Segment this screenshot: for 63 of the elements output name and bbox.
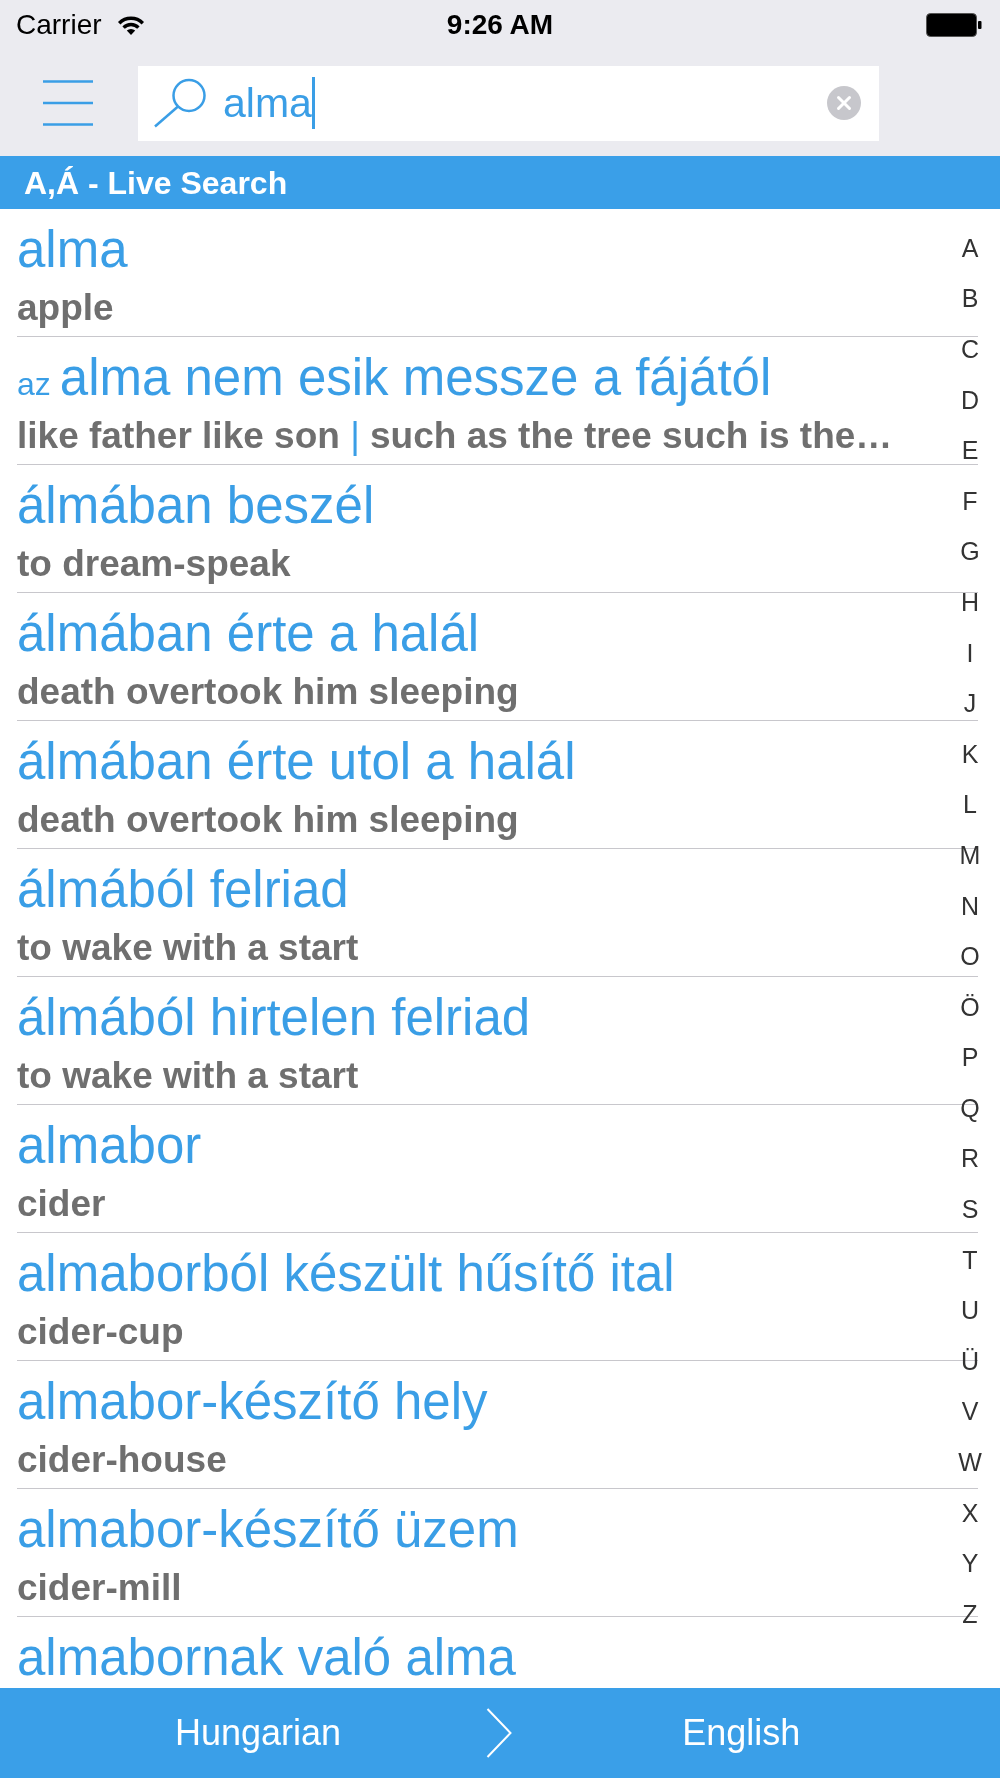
headword: almabornak való alma <box>17 1628 516 1688</box>
translation: cider-house <box>17 1440 227 1480</box>
headword: almabor <box>17 1116 202 1176</box>
headword: alma <box>17 220 128 280</box>
index-letter[interactable]: S <box>961 1197 979 1223</box>
index-letter[interactable]: A <box>961 235 979 261</box>
translation: to wake with a start <box>17 928 359 968</box>
headword-prefix: az <box>17 365 51 404</box>
translation: like father like son | such as the tree such is the… <box>17 416 893 456</box>
chevron-icon <box>486 1708 513 1758</box>
headword: álmában érte utol a halál <box>17 732 576 792</box>
index-letter[interactable]: W <box>958 1450 982 1476</box>
index-letter[interactable]: F <box>962 488 978 514</box>
status-time: 9:26 AM <box>446 11 554 39</box>
index-letter[interactable]: U <box>960 1298 980 1324</box>
index-letter[interactable]: L <box>963 792 977 818</box>
index-letter[interactable]: D <box>960 387 980 413</box>
index-letter[interactable]: G <box>960 539 980 565</box>
clear-icon <box>827 86 861 120</box>
index-letter[interactable]: N <box>960 893 980 919</box>
index-letter[interactable]: Z <box>962 1601 978 1627</box>
translation: cider-cup <box>17 1312 184 1352</box>
index-letter[interactable]: T <box>962 1247 978 1273</box>
index-letter[interactable]: P <box>961 1045 979 1071</box>
translation: cider-mill <box>17 1568 182 1608</box>
headword: almabor-készítő hely <box>17 1372 488 1432</box>
wifi-icon <box>115 14 146 36</box>
index-letter[interactable]: Y <box>961 1551 979 1577</box>
headword: álmából hirtelen felriad <box>17 988 531 1048</box>
index-letter[interactable]: Q <box>960 1095 980 1121</box>
search-icon <box>153 78 209 128</box>
index-letter[interactable]: R <box>960 1146 980 1172</box>
menu-button[interactable] <box>43 80 93 126</box>
headword: almabor-készítő üzem <box>17 1500 519 1560</box>
index-letter[interactable]: B <box>961 286 979 312</box>
index-letter[interactable]: M <box>959 842 981 868</box>
index-letter[interactable]: Ü <box>960 1348 980 1374</box>
translation: to wake with a start <box>17 1056 359 1096</box>
index-letter[interactable]: C <box>960 337 980 362</box>
headword: alma nem esik messze a fájától <box>59 348 772 408</box>
section-header: A,Á - Live Search <box>0 156 1000 209</box>
index-letter[interactable]: J <box>963 691 977 717</box>
battery-icon <box>926 13 982 37</box>
index-letter[interactable]: O <box>960 944 980 970</box>
translation: death overtook him sleeping <box>17 800 519 840</box>
headword: almaborból készült hűsítő ital <box>17 1244 675 1304</box>
menu-icon <box>43 80 93 126</box>
translation: cider <box>17 1184 106 1224</box>
carrier-name: Carrier <box>16 11 102 39</box>
index-letter[interactable]: H <box>960 589 980 615</box>
index-letter[interactable]: X <box>961 1500 979 1526</box>
index-letter[interactable]: I <box>966 640 974 666</box>
index-letter[interactable]: V <box>961 1399 979 1425</box>
headword: álmában beszél <box>17 476 375 536</box>
translation: to dream-speak <box>17 544 291 584</box>
clear-button[interactable] <box>827 86 861 120</box>
translation: apple <box>17 288 114 328</box>
translation: death overtook him sleeping <box>17 672 519 712</box>
index-letter[interactable]: K <box>961 741 979 767</box>
headword: álmában érte a halál <box>17 604 480 664</box>
index-letter[interactable]: Ö <box>960 994 980 1020</box>
headword: álmából felriad <box>17 860 349 920</box>
index-letter[interactable]: E <box>961 438 979 464</box>
